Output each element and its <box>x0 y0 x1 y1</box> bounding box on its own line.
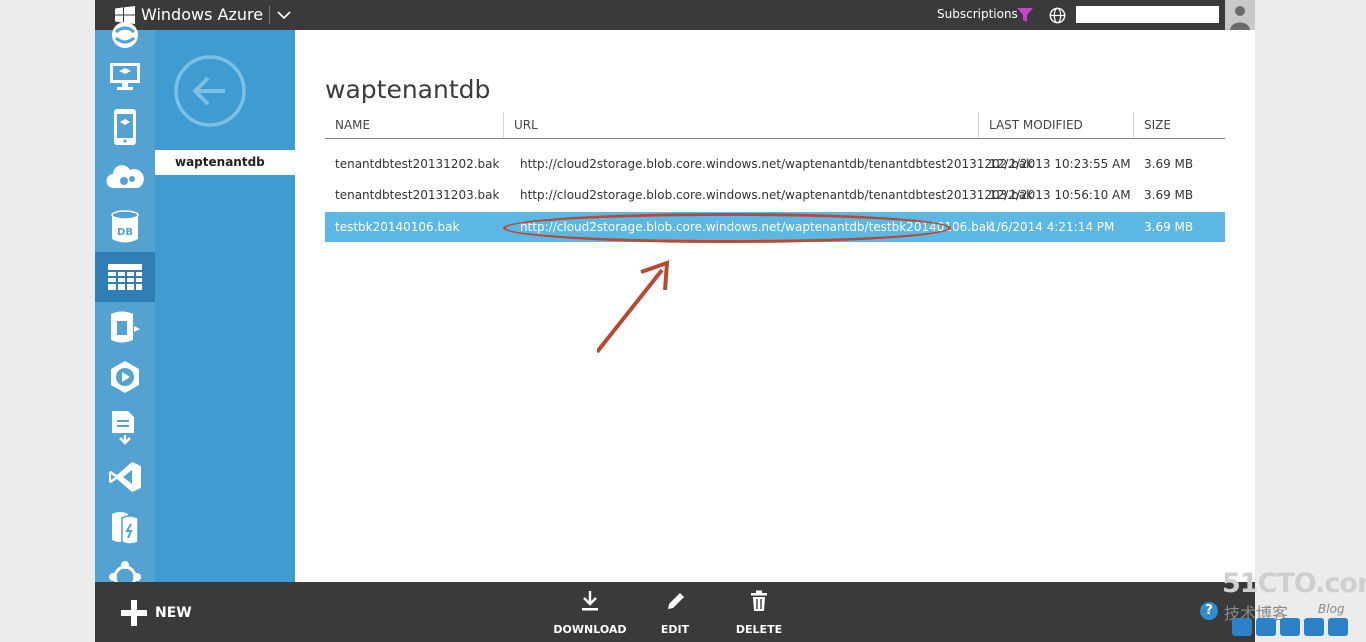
nav-item-sql-databases[interactable]: DB <box>95 202 155 252</box>
brand-divider <box>269 6 270 24</box>
nav-item-sql-reporting[interactable] <box>95 302 155 352</box>
column-divider <box>1133 112 1134 138</box>
new-button-label: NEW <box>155 605 192 621</box>
back-arrow-icon[interactable] <box>173 54 247 128</box>
table-header: NAME URL LAST MODIFIED SIZE <box>325 112 1225 139</box>
watermark-logo-text: 51CTO.com <box>1222 568 1366 599</box>
subscriptions-label[interactable]: Subscriptions <box>937 7 1018 21</box>
virtual-machines-icon <box>110 63 140 90</box>
watermark: 51CTO.com 技术博客 Blog <box>1222 568 1366 638</box>
page-title: waptenantdb <box>325 74 491 104</box>
user-icon <box>1225 0 1255 30</box>
help-icon[interactable]: ? <box>1200 602 1218 620</box>
table-row[interactable]: tenantdbtest20131203.bak http://cloud2st… <box>325 180 1225 210</box>
watermark-blog-text: Blog <box>1318 602 1345 616</box>
cell-url[interactable]: http://cloud2storage.blob.core.windows.n… <box>520 188 1033 202</box>
sql-databases-icon: DB <box>111 210 139 243</box>
cell-last-modified: 1/6/2014 4:21:14 PM <box>989 220 1115 234</box>
cell-size: 3.69 MB <box>1144 188 1194 202</box>
download-icon <box>582 591 598 611</box>
search-input[interactable] <box>1076 6 1219 23</box>
mobile-services-icon <box>114 109 136 145</box>
tray-icon <box>1328 618 1348 636</box>
top-bar: Windows Azure Subscriptions <box>95 0 1255 30</box>
tray-icon <box>1280 618 1300 636</box>
command-bar: NEW DOWNLOAD EDIT DELETE ? <box>95 582 1255 642</box>
annotation-highlight-ellipse <box>503 213 951 243</box>
cell-name: tenantdbtest20131203.bak <box>335 188 500 202</box>
azure-portal-window: Windows Azure Subscriptions DB waptenant… <box>95 0 1255 642</box>
edit-button[interactable]: EDIT <box>635 590 715 637</box>
tray-icon <box>1304 618 1324 636</box>
filter-icon[interactable] <box>1017 8 1033 22</box>
nav-item-service-bus[interactable] <box>95 402 155 452</box>
nav-item-visual-studio-online[interactable] <box>95 452 155 502</box>
nav-item-mobile-services[interactable] <box>95 102 155 152</box>
table-row[interactable]: tenantdbtest20131202.bak http://cloud2st… <box>325 149 1225 179</box>
column-divider <box>978 112 979 138</box>
cell-name: testbk20140106.bak <box>335 220 460 234</box>
download-label: DOWNLOAD <box>553 623 627 636</box>
main-content: waptenantdb NAME URL LAST MODIFIED SIZE … <box>295 30 1255 582</box>
pencil-icon <box>668 593 684 609</box>
column-header-last-modified[interactable]: LAST MODIFIED <box>989 118 1083 132</box>
avatar[interactable] <box>1225 0 1255 30</box>
tray-icon <box>1232 618 1252 636</box>
cell-last-modified: 12/2/2013 10:23:55 AM <box>989 157 1131 171</box>
nav-item-virtual-machines[interactable] <box>95 52 155 102</box>
cell-name: tenantdbtest20131202.bak <box>335 157 500 171</box>
tray-icon <box>1256 618 1276 636</box>
watermark-tray-icons <box>1232 618 1362 638</box>
plus-icon <box>121 600 147 626</box>
cell-size: 3.69 MB <box>1144 220 1194 234</box>
nav-item-cache[interactable] <box>95 502 155 552</box>
globe-icon[interactable] <box>1049 7 1066 24</box>
column-header-name[interactable]: NAME <box>335 118 370 132</box>
column-divider <box>503 112 504 138</box>
subnav-item-waptenantdb[interactable]: waptenantdb <box>155 150 295 175</box>
nav-item-storage[interactable] <box>95 252 155 302</box>
delete-label: DELETE <box>735 623 783 636</box>
column-header-url[interactable]: URL <box>514 118 538 132</box>
download-button[interactable]: DOWNLOAD <box>550 590 630 637</box>
web-sites-icon <box>112 22 138 48</box>
sql-reporting-icon <box>111 311 140 343</box>
sub-nav: waptenantdb <box>155 30 295 582</box>
cloud-services-icon <box>106 165 144 189</box>
cell-url[interactable]: http://cloud2storage.blob.core.windows.n… <box>520 157 1033 171</box>
storage-icon <box>108 264 142 290</box>
left-nav: DB <box>95 22 155 589</box>
edit-label: EDIT <box>660 623 690 636</box>
cache-icon <box>112 512 139 545</box>
media-services-icon <box>111 361 139 393</box>
trash-icon <box>751 590 767 611</box>
visual-studio-online-icon <box>109 462 141 492</box>
service-bus-icon <box>112 411 134 445</box>
new-button[interactable]: NEW <box>121 600 192 626</box>
blob-table: NAME URL LAST MODIFIED SIZE tenantdbtest… <box>325 112 1225 354</box>
cell-size: 3.69 MB <box>1144 157 1194 171</box>
brand-title[interactable]: Windows Azure <box>141 5 263 24</box>
chevron-down-icon[interactable] <box>276 8 292 22</box>
delete-button[interactable]: DELETE <box>719 590 799 637</box>
nav-item-media-services[interactable] <box>95 352 155 402</box>
cell-last-modified: 12/2/2013 10:56:10 AM <box>989 188 1131 202</box>
svg-text:DB: DB <box>117 227 133 238</box>
column-header-size[interactable]: SIZE <box>1144 118 1171 132</box>
nav-item-cloud-services[interactable] <box>95 152 155 202</box>
annotation-arrow-icon <box>597 260 670 354</box>
